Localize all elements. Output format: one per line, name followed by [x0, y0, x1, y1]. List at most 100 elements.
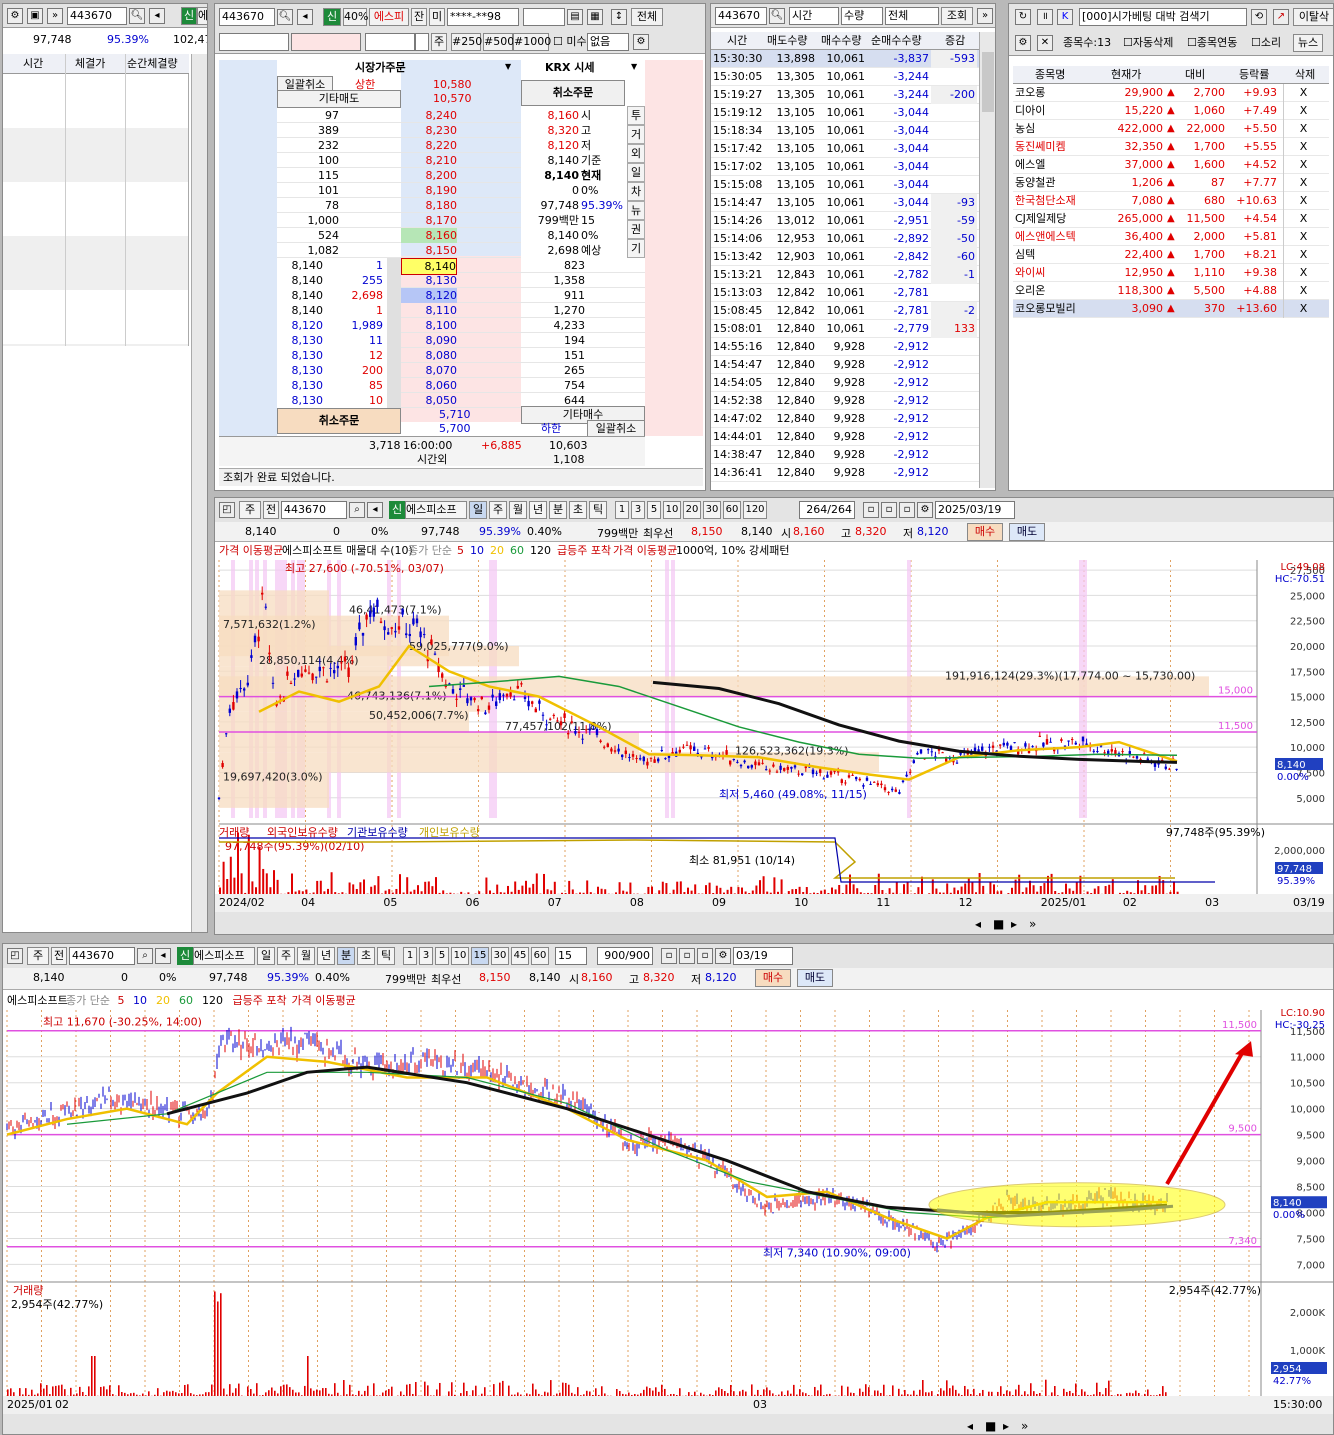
quote-tab[interactable]: 차 — [627, 182, 645, 201]
period-tab[interactable]: 월 — [509, 501, 527, 519]
qty-250-button[interactable]: #250 — [451, 33, 482, 51]
cycle-button[interactable]: 주 — [239, 501, 261, 519]
bid-price[interactable]: 8,060 — [401, 378, 458, 393]
interval-tab[interactable]: 3 — [631, 501, 645, 519]
ask-price[interactable]: 8,200 — [401, 168, 458, 183]
search-row[interactable]: 동양철관 1,206 ▲ 87 +7.77 X — [1013, 174, 1329, 192]
lock-icon[interactable]: ▣ — [27, 8, 43, 24]
stock-name[interactable]: 농심 — [1015, 120, 1091, 138]
pin-icon[interactable]: ▫ — [863, 502, 879, 518]
close-icon[interactable]: ✕ — [1037, 35, 1053, 51]
search-icon[interactable]: 🔍︎ — [277, 9, 293, 25]
stock-name[interactable]: 와이씨 — [1015, 264, 1091, 282]
bid-price[interactable]: 8,110 — [401, 303, 458, 318]
filter-select[interactable]: 전체 — [885, 7, 939, 25]
window-icon[interactable]: ◰ — [7, 948, 23, 964]
stock-name[interactable]: 심텍 — [1015, 246, 1091, 264]
search-icon[interactable]: ⌕ — [349, 502, 365, 518]
condition-select[interactable]: [000]시가베팅 대박 검색기 — [1079, 8, 1247, 26]
link-checkbox[interactable]: ☐종목연동 — [1187, 36, 1237, 50]
scroll-thumb[interactable] — [982, 52, 994, 112]
unsettled-checkbox[interactable]: ☐ 미수 — [553, 35, 587, 49]
credit-select[interactable]: 없음 — [587, 33, 629, 51]
period-tab[interactable]: 일 — [257, 947, 275, 965]
interval-tab[interactable]: 1 — [615, 501, 629, 519]
interval-tab[interactable]: 30 — [491, 947, 509, 965]
search-icon[interactable]: 🔍︎ — [769, 8, 785, 24]
gear-icon[interactable]: ⚙ — [1015, 35, 1031, 51]
intraday-chart[interactable]: 11,500 11,000 10,500 10,000 9,500 9,000 8,500 8… — [3, 990, 1334, 1435]
interval-tab[interactable]: 5 — [647, 501, 661, 519]
quote-tab[interactable]: 일 — [627, 163, 645, 182]
unit-select[interactable]: 수량 — [841, 7, 883, 25]
search-row[interactable]: 심텍 22,400 ▲ 1,700 +8.21 X — [1013, 246, 1329, 264]
all-button[interactable]: 전체 — [631, 8, 663, 26]
stock-name[interactable]: 한국첨단소재 — [1015, 192, 1091, 210]
search-row[interactable]: 동진쎄미켐 32,350 ▲ 1,700 +5.55 X — [1013, 138, 1329, 156]
period-tab[interactable]: 월 — [297, 947, 315, 965]
ask-price[interactable]: 8,240 — [401, 108, 458, 123]
stock-name[interactable]: 코오롱 — [1015, 84, 1091, 102]
delete-button[interactable]: X — [1283, 210, 1323, 228]
quote-tab[interactable]: 거 — [627, 125, 645, 144]
delete-button[interactable]: X — [1283, 120, 1323, 138]
sell-button[interactable]: 매도 — [797, 969, 833, 987]
interval-tab[interactable]: 60 — [531, 947, 549, 965]
ask-price[interactable]: 8,220 — [401, 138, 458, 153]
search-row[interactable]: 에스앤에스텍 36,400 ▲ 2,000 +5.81 X — [1013, 228, 1329, 246]
password-input[interactable] — [523, 8, 565, 26]
interval-tab[interactable]: 10 — [663, 501, 681, 519]
refresh-icon[interactable]: ↻ — [1015, 9, 1031, 25]
prev-button[interactable]: 전 — [263, 501, 279, 519]
interval-tab[interactable]: 5 — [435, 947, 449, 965]
stock-name[interactable]: 오리온 — [1015, 282, 1091, 300]
speaker-icon[interactable]: ◂ — [297, 9, 313, 25]
interval-tab[interactable]: 10 — [451, 947, 469, 965]
window-icon[interactable]: ◰ — [219, 502, 235, 518]
unit-button[interactable]: 주 — [431, 33, 447, 51]
order-code-input[interactable]: 443670 — [219, 8, 275, 26]
stock-name[interactable]: 에스엘 — [1015, 156, 1091, 174]
stock-name[interactable]: 동양철관 — [1015, 174, 1091, 192]
query-button[interactable]: 조회 — [941, 7, 973, 25]
period-tab[interactable]: 틱 — [589, 501, 607, 519]
search-row[interactable]: 에스엘 37,000 ▲ 1,600 +4.52 X — [1013, 156, 1329, 174]
period-tab[interactable]: 주 — [489, 501, 507, 519]
delete-button[interactable]: X — [1283, 174, 1323, 192]
double-chevron-icon[interactable]: » — [977, 8, 993, 24]
sell-button[interactable]: 매도 — [1009, 523, 1045, 541]
bid-price[interactable]: 8,070 — [401, 363, 458, 378]
bid-price[interactable]: 8,080 — [401, 348, 458, 363]
auto-delete-checkbox[interactable]: ☐자동삭제 — [1123, 36, 1173, 50]
news-button[interactable]: 뉴스 — [1293, 34, 1323, 52]
bid-price[interactable]: 8,090 — [401, 333, 458, 348]
balance-button[interactable]: 잔 — [411, 8, 427, 26]
ask-price[interactable]: 8,190 — [401, 183, 458, 198]
qty-unit-input[interactable] — [415, 33, 429, 51]
bid-price[interactable]: 8,120 — [401, 288, 457, 303]
double-chevron-icon[interactable]: » — [47, 8, 63, 24]
quote-tab[interactable]: 뉴 — [627, 201, 645, 220]
ask-price[interactable]: 8,180 — [401, 198, 458, 213]
search-row[interactable]: 코오롱 29,900 ▲ 2,700 +9.93 X — [1013, 84, 1329, 102]
prev-button[interactable]: 전 — [51, 947, 67, 965]
tick-scrollbar[interactable] — [191, 54, 207, 932]
interval-tab[interactable]: 15 — [471, 947, 489, 965]
interval-tab[interactable]: 3 — [419, 947, 433, 965]
delete-button[interactable]: X — [1283, 138, 1323, 156]
speaker-icon[interactable]: ◂ — [149, 8, 165, 24]
amount-input[interactable] — [365, 33, 415, 51]
period-tab[interactable]: 분 — [337, 947, 355, 965]
save-icon[interactable]: ▫ — [697, 948, 713, 964]
stock-name[interactable]: 코오롱모빌리 — [1015, 300, 1091, 318]
search-row[interactable]: 농심 422,000 ▲ 22,000 +5.50 X — [1013, 120, 1329, 138]
updown-icon[interactable]: ↕ — [611, 9, 627, 25]
stock-name[interactable]: 에스앤에스텍 — [1015, 228, 1091, 246]
unfilled-button[interactable]: 미 — [429, 8, 445, 26]
daily-chart[interactable]: 27,50025,00022,50020,00017,50015,00012,5… — [215, 542, 1334, 935]
period-tab[interactable]: 년 — [529, 501, 547, 519]
qty-1000-button[interactable]: #1000 — [513, 33, 551, 51]
period-tab[interactable]: 주 — [277, 947, 295, 965]
sound-checkbox[interactable]: ☐소리 — [1251, 36, 1281, 50]
period-tab[interactable]: 일 — [469, 501, 487, 519]
